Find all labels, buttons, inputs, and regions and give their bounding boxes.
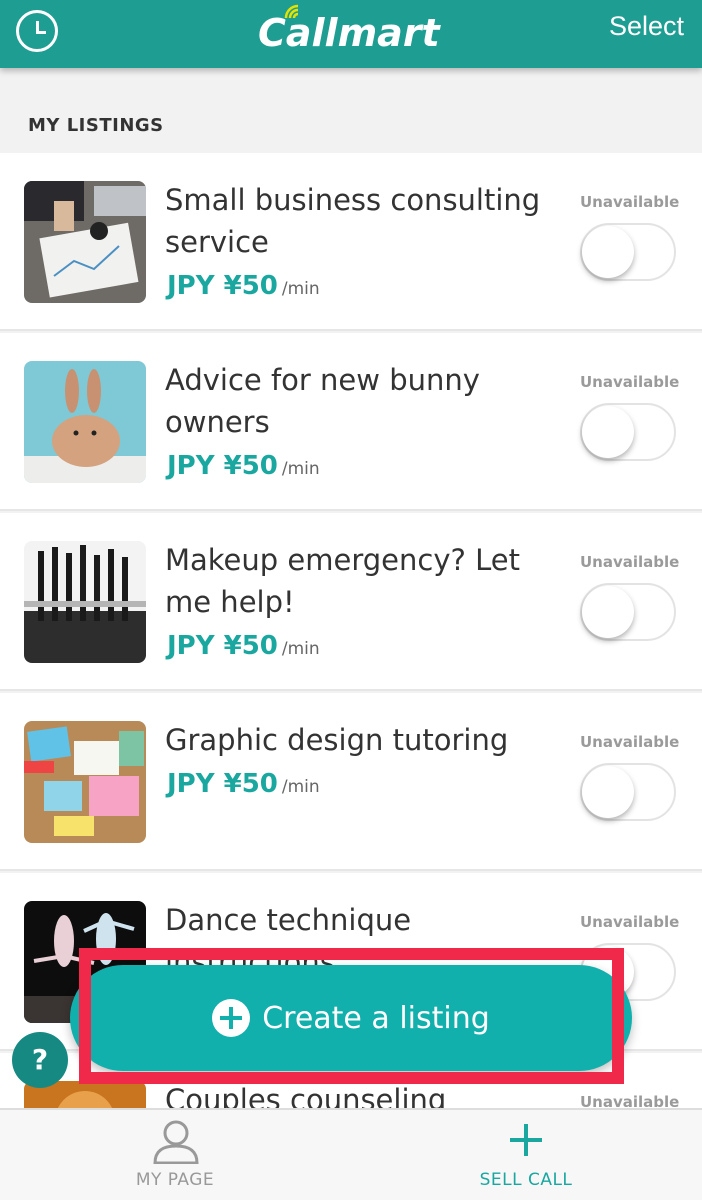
price-unit: /min	[281, 459, 320, 479]
status-label: Unavailable	[580, 373, 680, 391]
listing-title: Small business consulting service	[165, 183, 541, 259]
listing-thumbnail	[24, 541, 146, 663]
listing-row[interactable]: Advice for new bunny owners JPY ¥50/min …	[0, 333, 702, 511]
price-amount: JPY ¥50	[167, 451, 278, 481]
create-listing-button[interactable]: Create a listing	[70, 965, 632, 1071]
select-button[interactable]: Select	[609, 6, 684, 46]
price-unit: /min	[281, 279, 320, 299]
plus-icon	[510, 1124, 542, 1156]
plus-circle-icon	[212, 999, 251, 1037]
listing-title: Graphic design tutoring	[165, 723, 509, 757]
listing-price: JPY ¥50/min	[167, 271, 320, 301]
tab-my-page[interactable]: MY PAGE	[75, 1110, 275, 1200]
person-icon	[153, 1120, 199, 1164]
availability-toggle[interactable]	[580, 763, 676, 821]
listing-thumbnail	[24, 181, 146, 303]
help-button[interactable]: ?	[12, 1032, 68, 1088]
signal-icon	[284, 4, 299, 19]
create-listing-label: Create a listing	[262, 1000, 490, 1036]
tab-sell-call[interactable]: SELL CALL	[426, 1110, 626, 1200]
app-header: Callmart Select	[0, 0, 702, 68]
price-amount: JPY ¥50	[167, 271, 278, 301]
price-unit: /min	[281, 639, 320, 659]
listing-row[interactable]: Graphic design tutoring JPY ¥50/min Unav…	[0, 693, 702, 871]
listing-price: JPY ¥50/min	[167, 769, 320, 799]
listing-price: JPY ¥50/min	[167, 451, 320, 481]
listing-thumbnail	[24, 721, 146, 843]
listing-thumbnail	[24, 361, 146, 483]
price-amount: JPY ¥50	[167, 769, 278, 799]
availability-toggle[interactable]	[580, 403, 676, 461]
availability-toggle[interactable]	[580, 583, 676, 641]
listing-row[interactable]: Makeup emergency? Let me help! JPY ¥50/m…	[0, 513, 702, 691]
listing-row[interactable]: Small business consulting service JPY ¥5…	[0, 153, 702, 331]
availability-toggle[interactable]	[580, 223, 676, 281]
status-label: Unavailable	[580, 913, 680, 931]
status-label: Unavailable	[580, 733, 680, 751]
listing-title: Makeup emergency? Let me help!	[165, 543, 520, 619]
listing-price: JPY ¥50/min	[167, 631, 320, 661]
clock-icon[interactable]	[16, 10, 58, 52]
status-label: Unavailable	[580, 193, 680, 211]
listing-title: Advice for new bunny owners	[165, 363, 480, 439]
bottom-tab-bar: MY PAGE SELL CALL	[0, 1108, 702, 1200]
status-label: Unavailable	[580, 553, 680, 571]
tab-my-page-label: MY PAGE	[135, 1170, 215, 1190]
price-unit: /min	[281, 777, 320, 797]
price-amount: JPY ¥50	[167, 631, 278, 661]
tab-sell-call-label: SELL CALL	[479, 1170, 573, 1190]
section-title: MY LISTINGS	[28, 115, 164, 136]
